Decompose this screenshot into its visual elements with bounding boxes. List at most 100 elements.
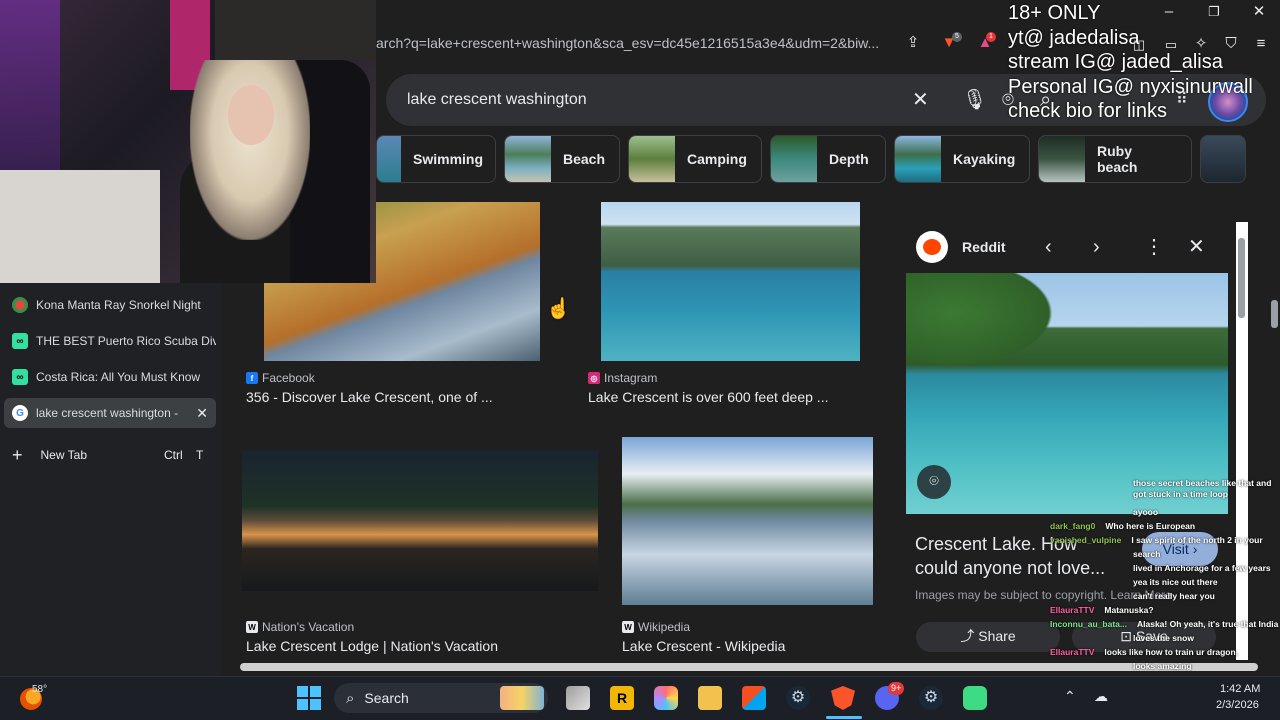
chat-username[interactable]: dark_fang0 [1050,521,1095,531]
chip-camping[interactable]: Camping [628,135,762,183]
steam-icon[interactable]: ⚙ [786,686,810,710]
source-label: Instagram [604,371,658,385]
result-image-wikipedia[interactable] [622,437,873,605]
chat-text: search [1133,549,1161,559]
chat-message: EllauraTTV looks like how to train ur dra… [1050,645,1238,659]
previous-icon[interactable]: ‹ [1045,237,1052,257]
chip-thumbnail [629,136,675,182]
result-source: ◎ Instagram [588,371,657,385]
steam-alt-icon[interactable]: ⚙ [919,686,943,710]
instagram-icon: ◎ [588,372,600,384]
chat-message: looks amazing [1133,659,1192,673]
wikipedia-icon: W [622,621,634,633]
panel-scroll-thumb[interactable] [1238,238,1245,318]
lens-search-icon[interactable]: ⌾ [917,465,951,499]
close-tab-icon[interactable]: ✕ [196,405,208,422]
chip-ruby-beach[interactable]: Ruby beach [1038,135,1192,183]
new-tab-button[interactable]: + New Tab Ctrl T [8,444,216,466]
chip-thumbnail [377,136,401,182]
chat-message: lived in Anchorage for a few years [1133,561,1271,575]
page-scroll-thumb[interactable] [1271,300,1278,328]
hand-cursor-icon: ☝ [546,298,571,320]
onedrive-icon[interactable]: ☁ [1094,688,1108,705]
chat-text: looks like how to train ur dragon, [1104,647,1239,657]
panel-site-name[interactable]: Reddit [962,239,1006,255]
result-title-instagram[interactable]: Lake Crescent is over 600 feet deep ... [588,389,828,405]
chip-overflow[interactable] [1200,135,1246,183]
share-label: Share [978,628,1016,644]
reddit-logo-icon [916,231,948,263]
address-bar[interactable]: arch?q=lake+crescent+washington&sca_esv=… [376,35,884,51]
result-title-nations-vacation[interactable]: Lake Crescent Lodge | Nation's Vacation [246,638,498,654]
menu-icon[interactable]: ≡ [1252,35,1270,53]
rockstar-launcher-icon[interactable]: R [610,686,634,710]
chip-kayaking[interactable]: Kayaking [894,135,1030,183]
chip-label: Kayaking [953,151,1016,167]
streaming-app-icon[interactable] [963,686,987,710]
result-source: W Nation's Vacation [246,620,354,634]
chat-username[interactable]: vanished_vulpine [1050,535,1121,545]
overlay-line: yt@ jadedalisa [1008,26,1140,49]
result-image-nations-vacation[interactable] [242,450,598,591]
chat-text: loves the snow [1133,633,1194,643]
copilot-icon[interactable] [654,686,678,710]
search-input[interactable]: lake crescent washington [407,91,587,109]
source-label: Facebook [262,371,315,385]
chip-thumbnail [895,136,941,182]
share-icon[interactable]: ⇪ [904,34,922,52]
chip-thumbnail [771,136,817,182]
tripadvisor-favicon-icon: ∞ [12,369,28,385]
taskbar-time[interactable]: 1:42 AM [1220,683,1260,695]
chat-text: Alaska! Oh yeah, it's true that India [1137,619,1279,629]
microsoft-store-icon[interactable] [742,686,766,710]
chat-text: got stuck in a time loop [1133,489,1228,499]
weather-temp: 58° [32,684,48,695]
chat-text: lived in Anchorage for a few years [1133,563,1271,573]
share-button[interactable]: ⤴ Share [916,622,1060,652]
overlay-line: check bio for links [1008,100,1167,122]
chat-username[interactable]: EllauraTTV [1050,605,1094,615]
windows-start-icon[interactable] [297,686,321,710]
chat-text: Matanuska? [1104,605,1154,615]
more-options-icon[interactable]: ⋮ [1144,237,1164,257]
result-source: W Wikipedia [622,620,690,634]
result-title-facebook[interactable]: 356 - Discover Lake Crescent, one of ... [246,389,493,405]
chip-beach[interactable]: Beach [504,135,620,183]
result-source: f Facebook [246,371,315,385]
alert-badge: 1 [986,32,996,42]
show-hidden-icons[interactable]: ⌃ [1064,688,1076,705]
new-tab-label: New Tab [40,448,87,462]
chip-thumbnail [1039,136,1085,182]
chat-message: Inconnu_au_bata... Alaska! Oh yeah, it's … [1050,617,1278,631]
chat-username[interactable]: EllauraTTV [1050,647,1094,657]
taskbar-search-label: Search [364,690,409,706]
chat-message: vanished_vulpine I saw spirit of the nort… [1050,533,1263,547]
close-panel-icon[interactable]: ✕ [1188,237,1205,257]
chip-swimming[interactable]: Swimming [376,135,496,183]
taskbar-search[interactable]: ⌕ Search [334,683,548,713]
taskbar-date[interactable]: 2/3/2026 [1216,699,1259,711]
microphone-icon[interactable]: 🎙 [962,90,987,110]
search-highlight-icon [500,686,544,710]
chip-label: Swimming [413,151,484,167]
next-icon[interactable]: › [1093,237,1100,257]
shortcut-ctrl: Ctrl [164,448,183,462]
chat-username[interactable]: Inconnu_au_bata... [1050,619,1127,629]
taskbar [0,676,1280,720]
sidebar-tab-costa-rica[interactable]: ∞ Costa Rica: All You Must Know [4,362,216,392]
result-image-instagram[interactable] [601,202,860,361]
sidebar-tab-kona[interactable]: Kona Manta Ray Snorkel Night [4,290,216,320]
webcam-desk [0,170,160,283]
webcam-person-face [228,85,274,145]
sidebar-tab-puerto-rico[interactable]: ∞ THE BEST Puerto Rico Scuba Div [4,326,216,356]
task-view-icon[interactable] [566,686,590,710]
chip-label: Camping [687,151,747,167]
brave-badge: 5 [952,32,962,42]
file-explorer-icon[interactable] [698,686,722,710]
clear-search-icon[interactable]: ✕ [912,90,929,110]
chip-depth[interactable]: Depth [770,135,886,183]
result-title-wikipedia[interactable]: Lake Crescent - Wikipedia [622,638,785,654]
horizontal-scroll-thumb[interactable] [240,663,1258,671]
sidebar-tab-lake-crescent[interactable]: G lake crescent washington - ✕ [4,398,216,428]
google-favicon-icon: G [12,405,28,421]
